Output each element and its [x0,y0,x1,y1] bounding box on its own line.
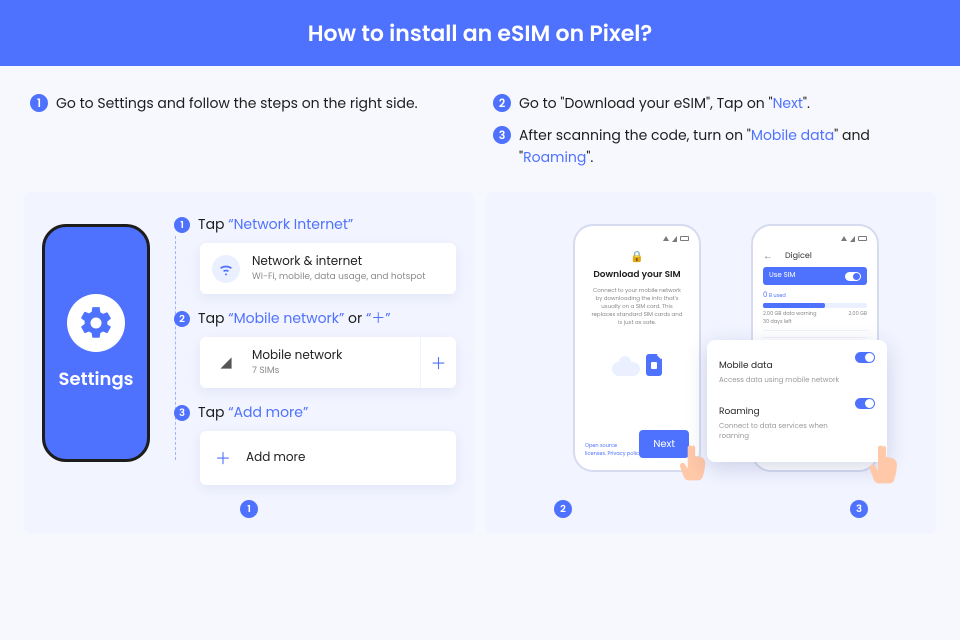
intro-bullet-1: 1 Go to Settings and follow the steps on… [30,92,467,114]
signal-mini-icon [850,236,855,242]
title-banner: How to install an eSIM on Pixel? [0,0,960,66]
sim-card-icon [646,354,662,376]
intro-right: 2 Go to "Download your eSIM", Tap on "Ne… [493,92,930,178]
plus-icon: ＋ [212,445,234,471]
signal-mini-icon [672,236,677,242]
bullet-text: Go to "Download your eSIM", Tap on "Next… [519,92,810,114]
page: How to install an eSIM on Pixel? 1 Go to… [0,0,960,640]
panel-number-badge: 3 [850,500,868,518]
bullet-badge: 1 [30,94,48,112]
signal-icon [212,356,240,370]
phone-download-sim: 🔒 Download your SIM Connect to your mobi… [573,224,701,472]
bullet-text: Go to Settings and follow the steps on t… [56,92,418,114]
card-title: Mobile network [252,347,342,365]
card-sub: Wi-Fi, mobile, data usage, and hotspot [252,271,425,284]
panel-number-badge: 2 [554,500,572,518]
wifi-mini-icon [841,236,847,241]
step-badge: 3 [174,405,190,421]
battery-mini-icon [858,236,867,241]
use-sim-toggle[interactable] [845,272,861,281]
panels-row: Settings 1 Tap “Network Internet” [0,192,960,558]
carrier-name: Digicel [785,250,812,262]
wifi-mini-icon [663,236,669,241]
bullet-badge: 3 [493,126,511,144]
card-title: Add more [246,449,305,467]
intro-bullet-2: 2 Go to "Download your eSIM", Tap on "Ne… [493,92,930,114]
download-illustration [612,354,662,376]
back-arrow-icon[interactable]: ← [763,248,773,264]
data-cap-label: 2.00 GB [849,310,868,326]
use-sim-label: Use SIM [769,271,795,281]
phone-frame: Settings [42,224,150,462]
steps-list: 1 Tap “Network Internet” Network & inter… [168,214,456,486]
card-mobile-network[interactable]: Mobile network 7 SIMs ＋ [200,337,456,388]
panel-step-1: Settings 1 Tap “Network Internet” [24,192,474,534]
phone-sim-settings: ← Digicel Use SIM 0 B used 2.00 GB data … [751,224,879,472]
step-1: 1 Tap “Network Internet” Network & inter… [174,214,456,294]
intro-bullet-3: 3 After scanning the code, turn on "Mobi… [493,124,930,168]
step-text: Tap “Mobile network” or “＋” [198,308,391,329]
intro-row: 1 Go to Settings and follow the steps on… [0,66,960,192]
lock-icon: 🔒 [630,248,644,265]
step-text: Tap “Add more” [198,402,308,423]
status-bar [585,236,689,242]
battery-mini-icon [680,236,689,241]
mobile-data-sub: Access data using mobile network [719,376,839,386]
data-usage-bar [763,303,867,308]
add-network-plus-icon[interactable]: ＋ [420,337,456,388]
intro-left: 1 Go to Settings and follow the steps on… [30,92,467,178]
roaming-sub: Connect to data services when roaming [719,422,855,442]
toggles-popover: Mobile data Access data using mobile netw… [707,340,887,462]
download-sim-title: Download your SIM [593,269,680,282]
cloud-icon [612,362,640,376]
carrier-header: ← Digicel [763,248,867,264]
roaming-toggle[interactable] [855,398,875,409]
use-sim-row[interactable]: Use SIM [763,267,867,285]
roaming-label: Roaming [719,406,760,418]
mobile-data-toggle[interactable] [855,352,875,363]
card-add-more[interactable]: ＋ Add more [200,431,456,485]
step-badge: 2 [174,311,190,327]
data-used-unit: B used [769,292,786,299]
mobile-data-row[interactable]: Mobile data Access data using mobile netw… [719,350,875,386]
roaming-row[interactable]: Roaming Connect to data services when roa… [719,396,875,442]
page-title: How to install an eSIM on Pixel? [308,17,653,50]
panel-step-2-3: 🔒 Download your SIM Connect to your mobi… [486,192,936,534]
download-sim-desc: Connect to your mobile network by downlo… [585,286,689,326]
license-links[interactable]: Open source licenses. Privacy polic [585,442,639,458]
card-title: Network & internet [252,253,425,271]
step-text: Tap “Network Internet” [198,214,353,235]
status-bar [763,236,867,242]
gear-icon [67,294,125,352]
step-3: 3 Tap “Add more” ＋ Add more [174,402,456,485]
wifi-icon [212,255,240,283]
settings-label: Settings [59,366,134,393]
step-badge: 1 [174,217,190,233]
card-network-internet[interactable]: Network & internet Wi-Fi, mobile, data u… [200,243,456,294]
data-used-amount: 0 [763,291,767,300]
settings-phone: Settings [42,214,150,486]
bullet-text: After scanning the code, turn on "Mobile… [519,124,930,168]
tap-hand-icon [869,442,905,484]
bullet-badge: 2 [493,94,511,112]
data-warning-label: 2.00 GB data warning30 days left [763,310,816,326]
card-sub: 7 SIMs [252,365,342,378]
step-2: 2 Tap “Mobile network” or “＋” Mobile net… [174,308,456,388]
panel-number-badge: 1 [240,500,258,518]
mobile-data-label: Mobile data [719,360,773,372]
